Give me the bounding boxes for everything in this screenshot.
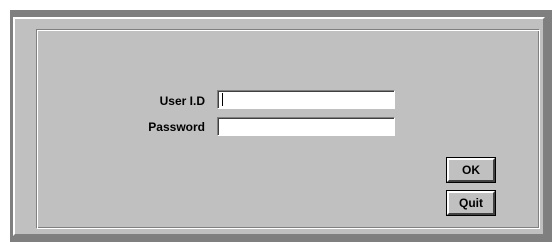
user-id-input[interactable] [217,90,395,109]
password-label: Password [148,120,205,134]
ok-button[interactable]: OK [447,158,495,182]
quit-button[interactable]: Quit [447,191,495,215]
login-panel: User I.D Password OK Quit [13,17,545,236]
text-caret [222,93,223,106]
login-window: User I.D Password OK Quit [0,0,552,242]
password-input[interactable] [217,117,395,136]
user-id-label: User I.D [159,94,205,108]
